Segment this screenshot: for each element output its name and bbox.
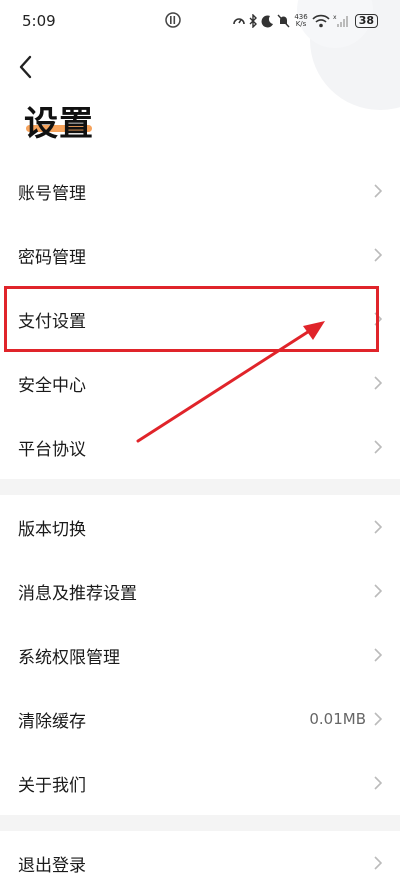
settings-item-security[interactable]: 安全中心	[0, 351, 400, 415]
settings-item-label: 平台协议	[18, 439, 86, 460]
chevron-right-icon	[374, 856, 382, 870]
battery-indicator: 38	[354, 14, 378, 28]
chevron-right-icon	[374, 520, 382, 534]
chevron-right-icon	[374, 440, 382, 454]
settings-item-logout[interactable]: 退出登录	[0, 831, 400, 895]
wifi-icon	[312, 14, 330, 28]
settings-item-label: 版本切换	[18, 519, 86, 540]
settings-item-label: 系统权限管理	[18, 647, 120, 668]
settings-item-label: 支付设置	[18, 311, 86, 332]
settings-item-label: 清除缓存	[18, 711, 86, 732]
settings-item-label: 密码管理	[18, 247, 86, 268]
settings-item-version[interactable]: 版本切换	[0, 495, 400, 559]
settings-list: 账号管理 密码管理 支付设置 安全中心 平台协议 版本切换 消息及推荐设置 系统…	[0, 159, 400, 895]
settings-item-agreement[interactable]: 平台协议	[0, 415, 400, 479]
chevron-right-icon	[374, 312, 382, 326]
settings-item-label: 消息及推荐设置	[18, 583, 137, 604]
settings-item-account[interactable]: 账号管理	[0, 159, 400, 223]
settings-item-payment[interactable]: 支付设置	[0, 287, 400, 351]
section-divider	[0, 815, 400, 831]
chevron-right-icon	[374, 648, 382, 662]
bluetooth-icon	[249, 14, 258, 28]
status-bar: 5:09 436 K/s x 38	[0, 0, 400, 44]
settings-item-label: 关于我们	[18, 775, 86, 796]
notification-app-icon	[165, 12, 181, 28]
chevron-right-icon	[374, 776, 382, 790]
speedometer-icon	[233, 18, 246, 25]
section-divider	[0, 479, 400, 495]
chevron-right-icon	[374, 712, 382, 726]
chevron-right-icon	[374, 184, 382, 198]
signal-icon: x	[333, 14, 348, 27]
back-arrow-icon[interactable]	[16, 54, 38, 80]
settings-item-notifications[interactable]: 消息及推荐设置	[0, 559, 400, 623]
page-title-block: 设置	[24, 96, 94, 145]
settings-item-label: 账号管理	[18, 183, 86, 204]
settings-item-permissions[interactable]: 系统权限管理	[0, 623, 400, 687]
chevron-right-icon	[374, 248, 382, 262]
status-icons: 436 K/s x 38	[232, 10, 378, 32]
bell-muted-icon	[277, 14, 290, 28]
status-time: 5:09	[22, 12, 56, 30]
chevron-right-icon	[374, 376, 382, 390]
network-speed: 436 K/s	[294, 13, 308, 28]
cache-size-value: 0.01MB	[309, 710, 366, 728]
settings-item-about[interactable]: 关于我们	[0, 751, 400, 815]
settings-item-label: 安全中心	[18, 375, 86, 396]
settings-item-clear-cache[interactable]: 清除缓存 0.01MB	[0, 687, 400, 751]
settings-item-password[interactable]: 密码管理	[0, 223, 400, 287]
chevron-right-icon	[374, 584, 382, 598]
moon-icon	[261, 14, 274, 27]
settings-item-label: 退出登录	[18, 855, 86, 876]
page-title: 设置	[24, 104, 94, 144]
svg-text:x: x	[333, 14, 337, 21]
